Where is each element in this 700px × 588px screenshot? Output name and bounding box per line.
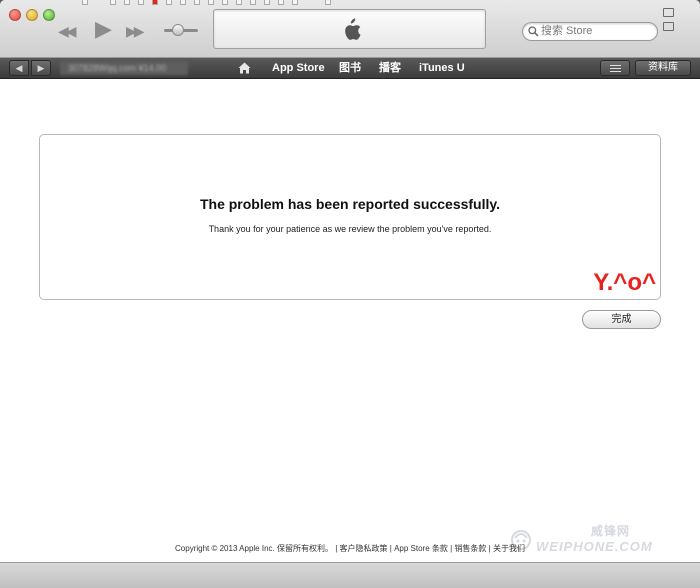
fast-forward-icon[interactable]: ▶▶ xyxy=(126,22,144,40)
forward-button[interactable]: ▶ xyxy=(31,60,51,76)
nav-itunes-u[interactable]: iTunes U xyxy=(419,62,465,75)
search-placeholder: 搜索 Store xyxy=(541,25,593,37)
close-window-button[interactable] xyxy=(9,9,21,21)
site-watermark-cn: 威锋网 xyxy=(591,524,631,538)
store-content: The problem has been reported successful… xyxy=(0,80,700,562)
home-icon[interactable] xyxy=(238,62,251,74)
nav-books[interactable]: 图书 xyxy=(339,62,361,75)
player-toolbar: ◀◀ ▶ ▶▶ 搜索 Store xyxy=(0,0,700,58)
itunes-window: ◀◀ ▶ ▶▶ 搜索 Store ◀ ▶ 307828Wqq.com ¥14.0… xyxy=(0,0,700,588)
back-button[interactable]: ◀ xyxy=(9,60,29,76)
confirmation-message: Thank you for your patience as we review… xyxy=(208,224,492,234)
miniplayer-icon[interactable] xyxy=(663,22,674,31)
zoom-window-button[interactable] xyxy=(43,9,55,21)
play-icon[interactable]: ▶ xyxy=(95,18,112,40)
rewind-icon[interactable]: ◀◀ xyxy=(58,22,76,40)
footer-link-about[interactable]: 关于我们 xyxy=(493,544,525,553)
search-icon xyxy=(528,26,539,37)
footer-copyright: Copyright © 2013 Apple Inc. 保留所有权利。 xyxy=(175,544,333,553)
minimize-window-button[interactable] xyxy=(26,9,38,21)
footer-link-app-store-terms[interactable]: App Store 条款 xyxy=(394,544,448,553)
confirmation-headline: The problem has been reported successful… xyxy=(199,196,501,212)
footer-link-sales-terms[interactable]: 销售条款 xyxy=(454,544,486,553)
footer: Copyright © 2013 Apple Inc. 保留所有权利。 | 客户… xyxy=(175,544,525,553)
search-input[interactable]: 搜索 Store xyxy=(522,22,658,41)
volume-knob[interactable] xyxy=(172,24,184,36)
nav-podcasts[interactable]: 播客 xyxy=(379,62,401,75)
list-icon xyxy=(610,65,621,72)
visualizer-strip xyxy=(80,0,340,5)
report-confirmation-panel: The problem has been reported successful… xyxy=(39,134,661,300)
library-button[interactable]: 资料库 xyxy=(635,60,691,76)
status-display xyxy=(213,9,486,49)
store-nav-bar: ◀ ▶ 307828Wqq.com ¥14.00 App Store 图书 播客… xyxy=(0,58,700,79)
bottom-status-bar xyxy=(0,562,700,588)
footer-link-privacy[interactable]: 客户隐私政策 xyxy=(340,544,388,553)
store-menu-button[interactable] xyxy=(600,60,630,76)
nav-app-store[interactable]: App Store xyxy=(272,62,325,75)
account-button[interactable]: 307828Wqq.com ¥14.00 xyxy=(60,61,188,75)
fullscreen-icon[interactable] xyxy=(663,8,674,17)
done-button[interactable]: 完成 xyxy=(582,310,661,329)
author-watermark: Y.^o^ xyxy=(593,269,656,296)
apple-logo-icon xyxy=(345,18,361,40)
